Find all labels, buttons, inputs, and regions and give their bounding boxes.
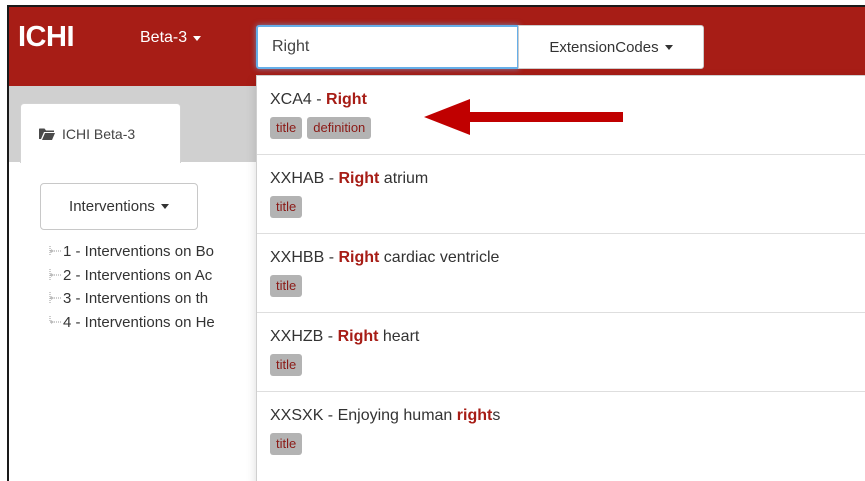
caret-down-icon xyxy=(664,44,673,50)
result-match: Right xyxy=(338,170,380,187)
result-text: atrium xyxy=(379,170,429,187)
left-panel: ICHI Beta-3 Interventions 1 - Interventi… xyxy=(9,86,269,481)
result-text: cardiac ventricle xyxy=(379,249,500,266)
version-dropdown[interactable]: Beta-3 xyxy=(140,29,202,47)
result-tag: title xyxy=(270,196,303,218)
result-separator: - xyxy=(311,91,327,108)
result-separator: - xyxy=(323,407,338,424)
interventions-dropdown[interactable]: Interventions xyxy=(40,183,198,230)
result-text: heart xyxy=(378,328,420,345)
tab-ichi-beta3[interactable]: ICHI Beta-3 xyxy=(20,103,181,163)
tree-item-label: 2 - Interventions on Ac xyxy=(63,266,213,284)
tab-bar: ICHI Beta-3 xyxy=(9,86,269,163)
tree-item-label: 4 - Interventions on He xyxy=(63,313,215,331)
result-separator: - xyxy=(324,170,339,187)
result-match: Right xyxy=(337,328,379,345)
tree-item-label: 3 - Interventions on th xyxy=(63,290,209,307)
result-match: Right xyxy=(338,249,380,266)
intervention-tree: 1 - Interventions on Bo 2 - Intervention… xyxy=(49,240,215,334)
caret-down-icon xyxy=(193,35,202,41)
result-tag: title xyxy=(270,354,303,376)
result-match: right xyxy=(456,407,493,424)
tree-item[interactable]: 2 - Interventions on Ac xyxy=(49,264,215,288)
result-text: Enjoying human xyxy=(337,407,457,424)
result-tag: title xyxy=(270,117,303,139)
app-window: ICHI Beta-3 ExtensionCodes ICHI Beta-3 xyxy=(7,5,865,481)
tree-item-label: 1 - Interventions on Bo xyxy=(63,243,214,260)
result-separator: - xyxy=(324,249,339,266)
tree-expand-icon[interactable] xyxy=(49,245,62,257)
result-tag: definition xyxy=(307,117,372,139)
search-result-item[interactable]: XXSXK - Enjoying human rights title xyxy=(257,392,865,471)
result-tag: title xyxy=(270,275,303,297)
result-tag: title xyxy=(270,433,303,455)
result-code: XXHBB xyxy=(270,249,325,266)
result-code: XXSXK xyxy=(270,407,324,424)
search-result-item[interactable]: XXHAB - Right atrium title xyxy=(257,155,865,234)
tree-expand-icon[interactable] xyxy=(49,315,62,328)
result-code: XXHAB xyxy=(270,170,325,187)
caret-down-icon xyxy=(160,204,169,209)
red-arrow-annotation xyxy=(424,99,623,135)
folder-open-icon xyxy=(39,127,55,140)
extension-codes-button[interactable]: ExtensionCodes xyxy=(518,25,704,69)
version-label: Beta-3 xyxy=(140,29,188,46)
result-code: XXHZB xyxy=(270,328,324,345)
tree-expand-icon[interactable] xyxy=(49,268,62,281)
tree-expand-icon[interactable] xyxy=(49,292,62,304)
result-code: XCA4 xyxy=(270,91,312,108)
search-result-item[interactable]: XXHBB - Right cardiac ventricle title xyxy=(257,234,865,313)
tab-label: ICHI Beta-3 xyxy=(62,125,136,142)
tree-item[interactable]: 3 - Interventions on th xyxy=(49,287,215,311)
search-result-item[interactable]: XXHZB - Right heart title xyxy=(257,313,865,392)
result-separator: - xyxy=(323,328,338,345)
extension-codes-label: ExtensionCodes xyxy=(549,38,659,56)
search-input[interactable] xyxy=(256,25,519,69)
result-match: Right xyxy=(326,91,367,108)
result-text: s xyxy=(492,407,501,424)
interventions-label: Interventions xyxy=(69,198,155,215)
tree-item[interactable]: 4 - Interventions on He xyxy=(49,311,215,335)
brand-logo[interactable]: ICHI xyxy=(18,21,75,54)
tree-item[interactable]: 1 - Interventions on Bo xyxy=(49,240,215,264)
